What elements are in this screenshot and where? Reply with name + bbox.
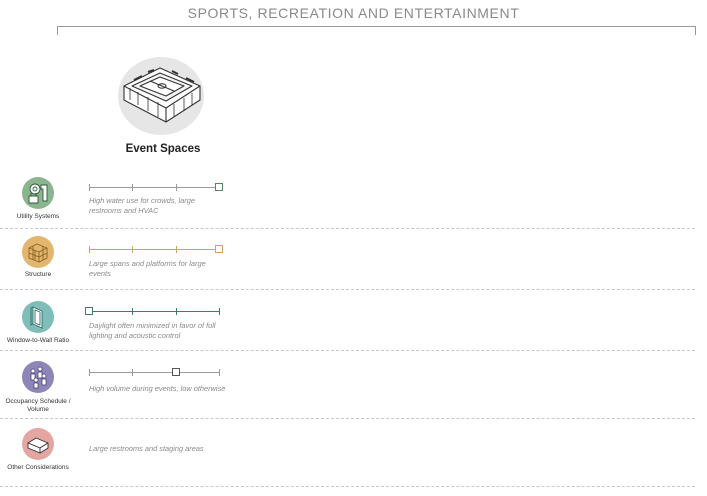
row-label-window: Window-to-Wall Ratio bbox=[6, 337, 70, 344]
row-divider bbox=[0, 289, 695, 290]
other-icon-circle bbox=[22, 428, 54, 460]
plumbing-utility-icon bbox=[28, 183, 48, 204]
scale-line bbox=[89, 187, 220, 188]
occupancy-icon-circle bbox=[22, 361, 54, 393]
scale-tick bbox=[176, 246, 177, 253]
scale-marker bbox=[215, 183, 223, 191]
scale-tick bbox=[132, 308, 133, 315]
scale-tick bbox=[89, 184, 90, 191]
row-description-window: Daylight often minimized in favor of ful… bbox=[89, 321, 216, 340]
scale-marker bbox=[172, 368, 180, 376]
scale-line bbox=[89, 311, 220, 312]
scale-utility bbox=[89, 183, 223, 193]
scale-tick bbox=[89, 369, 90, 376]
scale-occupancy bbox=[89, 368, 220, 378]
row-description-utility: High water use for crowds, large restroo… bbox=[89, 196, 195, 215]
scale-tick bbox=[132, 246, 133, 253]
scale-tick bbox=[132, 369, 133, 376]
scale-tick bbox=[176, 184, 177, 191]
stadium-icon bbox=[123, 67, 201, 123]
scale-tick bbox=[176, 308, 177, 315]
box-volume-icon bbox=[27, 437, 49, 454]
section-bracket bbox=[57, 26, 696, 35]
row-label-other: Other Considerations bbox=[7, 464, 69, 471]
scale-line bbox=[89, 249, 220, 250]
scale-tick bbox=[89, 246, 90, 253]
section-header: SPORTS, RECREATION AND ENTERTAINMENT bbox=[187, 5, 520, 21]
scale-marker bbox=[85, 307, 93, 315]
structure-icon-circle bbox=[22, 236, 54, 268]
structure-frame-icon bbox=[28, 243, 48, 263]
utility-icon-circle bbox=[22, 177, 54, 209]
scale-tick bbox=[219, 308, 220, 315]
row-divider bbox=[0, 486, 695, 487]
row-label-occupancy: Occupancy Schedule / Volume bbox=[5, 398, 71, 413]
occupancy-people-icon bbox=[30, 366, 47, 389]
scale-window bbox=[85, 307, 220, 317]
window-icon-circle bbox=[22, 301, 54, 333]
row-description-structure: Large spans and platforms for large even… bbox=[89, 259, 206, 278]
row-divider bbox=[0, 228, 695, 229]
row-description-occupancy: High volume during events, low otherwise bbox=[89, 384, 226, 393]
row-label-utility: Utility Systems bbox=[16, 213, 60, 220]
window-panel-icon bbox=[30, 306, 43, 329]
scale-marker bbox=[215, 245, 223, 253]
row-divider bbox=[0, 350, 695, 351]
row-label-structure: Structure bbox=[24, 271, 52, 278]
scale-tick bbox=[132, 184, 133, 191]
row-divider bbox=[0, 418, 695, 419]
scale-tick bbox=[219, 369, 220, 376]
row-description-other: Large restrooms and staging areas bbox=[89, 444, 204, 453]
column-title: Event Spaces bbox=[125, 143, 201, 155]
scale-structure bbox=[89, 245, 223, 255]
scale-line bbox=[89, 372, 220, 373]
